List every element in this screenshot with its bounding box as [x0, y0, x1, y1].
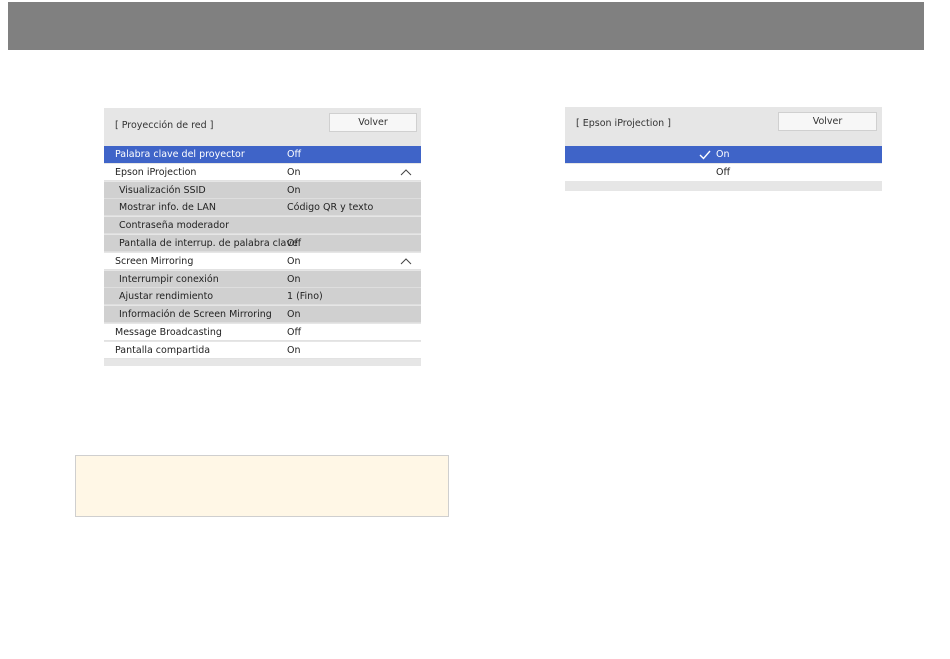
menu-row-value: Código QR y texto	[287, 202, 374, 214]
option-item[interactable]: On	[565, 146, 882, 163]
menu-row[interactable]: Contraseña moderador	[104, 217, 421, 235]
checkmark-icon	[699, 150, 711, 160]
menu-row-value: On	[287, 309, 301, 321]
menu-row[interactable]: Palabra clave del proyector Off	[104, 146, 421, 163]
network-projection-menu: [ Proyección de red ] Volver Palabra cla…	[104, 108, 421, 366]
option-label: On	[716, 149, 730, 160]
menu-row-label: Palabra clave del proyector	[115, 149, 245, 160]
menu-row[interactable]: Mostrar info. de LAN Código QR y texto	[104, 199, 421, 217]
back-button[interactable]: Volver	[329, 113, 417, 132]
menu-row[interactable]: Ajustar rendimiento 1 (Fino)	[104, 288, 421, 306]
option-label: Off	[716, 167, 731, 178]
menu-row-label: Mostrar info. de LAN	[119, 202, 217, 214]
menu-row[interactable]: Pantalla de interrup. de palabra clave Of…	[104, 235, 421, 252]
menu-row[interactable]: Message Broadcasting Off	[104, 324, 421, 341]
menu-row-value: 1 (Fino)	[287, 291, 323, 303]
menu-row-label: Screen Mirroring	[115, 255, 194, 267]
menu-row-label: Ajustar rendimiento	[119, 291, 214, 303]
menu-row-label: Epson iProjection	[115, 166, 197, 178]
menu-row-value: On	[287, 166, 301, 178]
chevron-up-icon[interactable]	[400, 164, 412, 181]
menu-row-value: Off	[287, 149, 302, 160]
menu-row-value: On	[287, 255, 301, 267]
menu-row[interactable]: Epson iProjection On	[104, 163, 421, 181]
menu-row-label: Visualización SSID	[119, 184, 206, 196]
menu-row-value: On	[287, 273, 301, 285]
options-title: [ Epson iProjection ]	[576, 118, 671, 129]
option-item[interactable]: Off	[565, 164, 882, 181]
menu-row-label: Contraseña moderador	[119, 220, 229, 232]
menu-title: [ Proyección de red ]	[115, 120, 214, 131]
epson-iprojection-options: [ Epson iProjection ] Volver On Off	[565, 107, 882, 191]
back-button[interactable]: Volver	[778, 112, 877, 131]
menu-row[interactable]: Pantalla compartida On	[104, 341, 421, 359]
menu-row-value: Off	[287, 238, 302, 249]
menu-row-label: Message Broadcasting	[115, 327, 222, 338]
note-box	[75, 455, 449, 517]
menu-row[interactable]: Screen Mirroring On	[104, 252, 421, 270]
menu-row-label: Pantalla compartida	[115, 344, 211, 356]
menu-row-label: Información de Screen Mirroring	[119, 309, 272, 321]
menu-row-label: Pantalla de interrup. de palabra clave	[119, 238, 298, 249]
menu-row[interactable]: Visualización SSID On	[104, 181, 421, 199]
menu-row-value: On	[287, 344, 301, 356]
menu-row[interactable]: Información de Screen Mirroring On	[104, 306, 421, 324]
header-bar	[8, 2, 924, 50]
menu-row[interactable]: Interrumpir conexión On	[104, 270, 421, 288]
menu-row-label: Interrumpir conexión	[119, 273, 219, 285]
chevron-up-icon[interactable]	[400, 253, 412, 270]
menu-row-value: Off	[287, 327, 302, 338]
menu-row-value: On	[287, 184, 301, 196]
